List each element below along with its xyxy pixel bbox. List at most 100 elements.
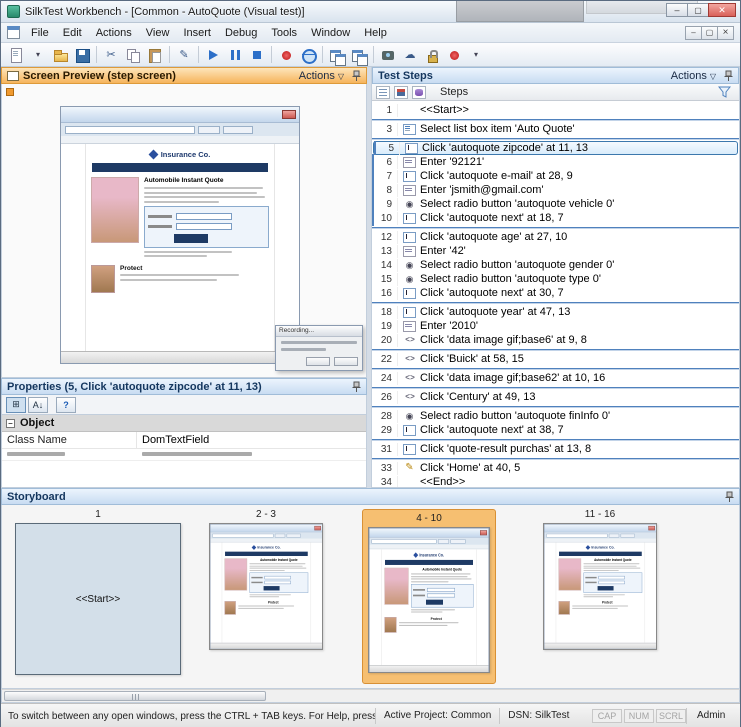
properties-toolbar: ⊞ A↓ ? — [1, 395, 367, 415]
test-step-row[interactable]: 26< >Click 'Century' at 49, 13 — [372, 390, 739, 404]
menu-item-debug[interactable]: Debug — [218, 23, 264, 43]
copy-button[interactable] — [122, 44, 144, 66]
screen-preview-actions-menu[interactable]: Actions — [299, 70, 344, 82]
more-options-button[interactable]: ▾ — [465, 44, 487, 66]
close-button[interactable] — [708, 3, 736, 17]
scrollbar-thumb[interactable] — [4, 691, 266, 701]
stop-button[interactable] — [246, 44, 268, 66]
minimize-button[interactable] — [666, 3, 688, 17]
playback-button[interactable] — [202, 44, 224, 66]
form-button — [597, 586, 613, 590]
test-step-row[interactable]: 14◉Select radio button 'autoquote gender… — [372, 258, 739, 272]
screen-preview-pane[interactable]: Insurance Co. Automobile Instant Quote — [1, 84, 367, 378]
properties-title: Properties (5, Click 'autoquote zipcode'… — [7, 381, 352, 393]
cascade-windows-button[interactable] — [348, 44, 370, 66]
pin-icon[interactable] — [724, 70, 733, 82]
browser-toolbar-placeholder — [223, 126, 253, 134]
pause-button[interactable] — [224, 44, 246, 66]
storyboard-cell-label: 1 — [14, 509, 182, 520]
quote-form — [249, 572, 308, 592]
test-step-row[interactable]: 29Click 'autoquote next' at 38, 7 — [372, 423, 739, 437]
mdi-close-button[interactable] — [717, 26, 734, 40]
step-number: 20 — [372, 334, 398, 347]
screen-capture-button[interactable] — [377, 44, 399, 66]
storyboard-cell-11-16[interactable]: 11 - 16 Insurance Co. Automobile Instant… — [540, 509, 660, 652]
web-browser-button[interactable] — [297, 44, 319, 66]
text-line-placeholder — [144, 192, 257, 194]
test-step-row[interactable]: 6Enter '92121' — [372, 155, 739, 169]
test-step-row[interactable]: 28◉Select radio button 'autoquote finInf… — [372, 409, 739, 423]
cut-button[interactable]: ✂ — [100, 44, 122, 66]
menu-item-view[interactable]: View — [139, 23, 177, 43]
open-asset-button[interactable] — [49, 44, 71, 66]
test-step-row[interactable]: 22< >Click 'Buick' at 58, 15 — [372, 352, 739, 366]
mdi-minimize-button[interactable] — [685, 26, 702, 40]
test-step-row[interactable]: 16Click 'autoquote next' at 30, 7 — [372, 286, 739, 300]
storyboard-scrollbar[interactable] — [1, 689, 740, 703]
pin-icon[interactable] — [352, 70, 361, 82]
storyboard-cell-2-3[interactable]: 2 - 3 Insurance Co. Automobile Instant Q… — [206, 509, 326, 652]
sort-az-icon: A↓ — [33, 400, 44, 410]
record-button[interactable] — [275, 44, 297, 66]
test-step-row[interactable]: 8Enter 'jsmith@gmail.com' — [372, 183, 739, 197]
test-step-row[interactable]: 15◉Select radio button 'autoquote type 0… — [372, 272, 739, 286]
test-step-row[interactable]: 10Click 'autoquote next' at 18, 7 — [372, 211, 739, 225]
lock-button[interactable] — [421, 44, 443, 66]
edit-script-button[interactable]: ✎ — [173, 44, 195, 66]
tile-windows-button[interactable] — [326, 44, 348, 66]
storyboard-cell-4-10[interactable]: 4 - 10 Insurance Co. Automobile Instant … — [362, 509, 496, 684]
test-step-row[interactable]: 12Click 'autoquote age' at 27, 10 — [372, 230, 739, 244]
data-column-icon[interactable] — [412, 86, 426, 99]
menu-item-window[interactable]: Window — [304, 23, 357, 43]
test-step-row[interactable]: 13Enter '42' — [372, 244, 739, 258]
status-cap-indicator: CAP — [592, 709, 622, 723]
step-list-icon[interactable] — [376, 86, 390, 99]
alphabetical-sort-button[interactable]: A↓ — [28, 397, 48, 413]
collapse-icon[interactable] — [6, 419, 15, 428]
step-text: Click 'Buick' at 58, 15 — [420, 353, 524, 366]
logo-diamond-icon — [585, 545, 590, 550]
storyboard-cell-1[interactable]: 1<<Start>> — [14, 509, 182, 675]
browser-page: Insurance Co. Automobile Instant Quote — [61, 144, 299, 351]
filter-funnel-icon[interactable] — [718, 86, 731, 98]
menu-item-file[interactable]: File — [24, 23, 56, 43]
test-step-row[interactable]: 24< >Click 'data image gif;base62' at 10… — [372, 371, 739, 385]
test-step-row[interactable]: 5Click 'autoquote zipcode' at 11, 13 — [373, 141, 738, 155]
menu-item-edit[interactable]: Edit — [56, 23, 89, 43]
test-step-row[interactable]: 7Click 'autoquote e-mail' at 28, 9 — [372, 169, 739, 183]
save-button[interactable] — [71, 44, 93, 66]
new-asset-options-button[interactable]: ▾ — [27, 44, 49, 66]
new-asset-button[interactable] — [5, 44, 27, 66]
test-step-row[interactable]: 1<<Start>> — [372, 103, 739, 117]
remote-agent-button[interactable]: ☁ — [399, 44, 421, 66]
test-step-row[interactable]: 19Enter '2010' — [372, 319, 739, 333]
pin-icon[interactable] — [725, 491, 734, 503]
record-actions-button[interactable] — [443, 44, 465, 66]
property-row[interactable]: Class NameDomTextField — [2, 432, 366, 449]
step-code-icon: < > — [402, 334, 417, 346]
test-step-row[interactable]: 31Click 'quote-result purchas' at 13, 8 — [372, 442, 739, 456]
screens-column-icon[interactable] — [394, 86, 408, 99]
menu-item-actions[interactable]: Actions — [89, 23, 139, 43]
paste-button[interactable] — [144, 44, 166, 66]
test-step-row[interactable]: 20< >Click 'data image gif;base6' at 9, … — [372, 333, 739, 347]
status-indicators: CAPNUMSCRL — [592, 709, 686, 723]
text-line-placeholder — [144, 196, 265, 198]
categorized-view-button[interactable]: ⊞ — [6, 397, 26, 413]
test-step-row[interactable]: 9◉Select radio button 'autoquote vehicle… — [372, 197, 739, 211]
menu-item-help[interactable]: Help — [357, 23, 394, 43]
logo-diamond-icon — [148, 150, 158, 160]
test-steps-actions-menu[interactable]: Actions — [671, 70, 716, 82]
property-help-button[interactable]: ? — [56, 397, 76, 413]
test-step-row[interactable]: 33✎Click 'Home' at 40, 5 — [372, 461, 739, 475]
test-step-row[interactable]: 34<<End>> — [372, 475, 739, 487]
properties-category-row[interactable]: Object — [2, 415, 366, 432]
pin-icon[interactable] — [352, 381, 361, 393]
mdi-restore-button[interactable] — [701, 26, 718, 40]
menu-item-tools[interactable]: Tools — [264, 23, 304, 43]
step-enter-icon — [402, 320, 417, 332]
test-step-row[interactable]: 18Click 'autoquote year' at 47, 13 — [372, 305, 739, 319]
maximize-button[interactable] — [687, 3, 709, 17]
menu-item-insert[interactable]: Insert — [176, 23, 218, 43]
test-step-row[interactable]: 3Select list box item 'Auto Quote' — [372, 122, 739, 136]
